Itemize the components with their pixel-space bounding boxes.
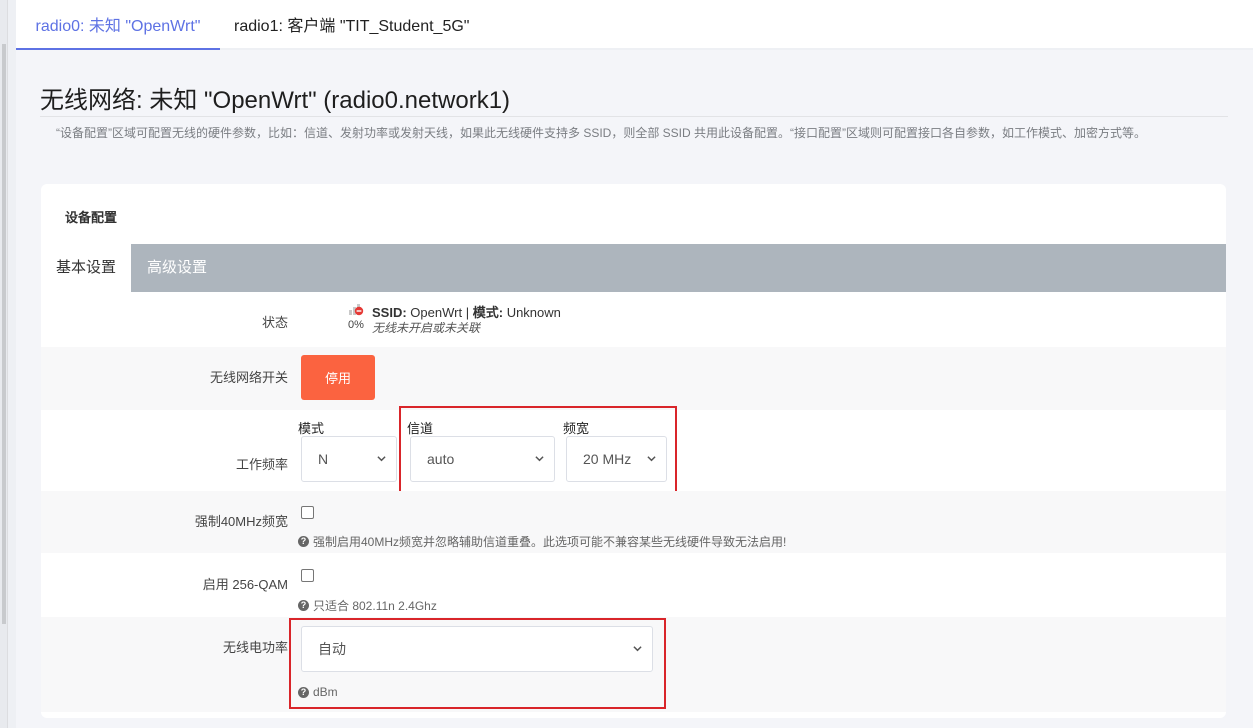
highlight-box [399, 406, 677, 493]
qam-checkbox[interactable] [301, 569, 314, 582]
ssid-key: SSID: [372, 305, 407, 320]
disable-button[interactable]: 停用 [301, 355, 375, 400]
mode-select[interactable]: N [301, 436, 397, 482]
status-note: 无线未开启或未关联 [372, 321, 481, 335]
ssid-value: OpenWrt [410, 305, 463, 320]
page-title: 无线网络: 未知 "OpenWrt" (radio0.network1) [40, 87, 511, 114]
qam-label: 启用 256-QAM [202, 577, 288, 592]
wireless-toggle-row: 无线网络开关 停用 [41, 347, 1226, 410]
txpower-row: 无线电功率 自动 ? dBm [41, 617, 1226, 712]
page-description: “设备配置”区域可配置无线的硬件参数，比如：信道、发射功率或发射天线，如果此无线… [56, 126, 1147, 140]
tab-advanced-settings[interactable]: 高级设置 [147, 244, 207, 292]
left-scroll-edge [0, 0, 8, 728]
radio-tabs: radio0: 未知 "OpenWrt" radio1: 客户端 "TIT_St… [16, 0, 1253, 50]
config-tabbar: 基本设置 高级设置 [41, 244, 1226, 292]
wireless-toggle-label: 无线网络开关 [209, 370, 288, 385]
status-row: 状态 0% SSID: OpenWrt | 模式: Unknown 无线未开启或… [41, 292, 1226, 347]
highlight-box [289, 618, 666, 709]
qam-row: 启用 256-QAM ? 只适合 802.11n 2.4Ghz [41, 553, 1226, 617]
tab-basic-settings[interactable]: 基本设置 [41, 244, 131, 292]
device-config-panel: 设备配置 基本设置 高级设置 状态 0% SSID: OpenWrt | 模式:… [41, 184, 1226, 718]
mode-key: 模式: [472, 305, 504, 320]
signal-percent: 0% [348, 319, 364, 331]
divider [40, 116, 1228, 117]
mode-field-label: 模式 [298, 421, 325, 436]
main-content: 无线网络: 未知 "OpenWrt" (radio0.network1) “设备… [16, 50, 1253, 728]
mode-value: Unknown [506, 305, 561, 320]
force40-row: 强制40MHz频宽 ? 强制启用40MHz频宽并忽略辅助信道重叠。此选项可能不兼… [41, 491, 1226, 553]
question-circle-icon: ? [298, 600, 309, 611]
panel-header: 设备配置 [65, 210, 118, 225]
tab-radio0[interactable]: radio0: 未知 "OpenWrt" [16, 0, 220, 50]
force40-checkbox[interactable] [301, 506, 314, 519]
force40-help: ? 强制启用40MHz频宽并忽略辅助信道重叠。此选项可能不兼容某些无线硬件导致无… [298, 533, 786, 550]
force40-label: 强制40MHz频宽 [194, 514, 288, 529]
chevron-down-icon [377, 456, 386, 462]
frequency-row: 工作频率 模式 N 信道 auto 频宽 20 MHz [41, 406, 1226, 493]
qam-help: ? 只适合 802.11n 2.4Ghz [298, 597, 437, 614]
separator: | [465, 305, 470, 320]
qam-help-text: 只适合 802.11n 2.4Ghz [313, 599, 437, 613]
force40-help-text: 强制启用40MHz频宽并忽略辅助信道重叠。此选项可能不兼容某些无线硬件导致无法启… [313, 535, 787, 549]
frequency-label: 工作频率 [235, 457, 288, 472]
status-label: 状态 [261, 315, 288, 330]
txpower-label: 无线电功率 [222, 640, 288, 655]
tab-radio1[interactable]: radio1: 客户端 "TIT_Student_5G" [222, 0, 481, 48]
question-circle-icon: ? [298, 536, 309, 547]
mode-select-value: N [318, 451, 329, 467]
signal-none-icon [349, 304, 364, 316]
